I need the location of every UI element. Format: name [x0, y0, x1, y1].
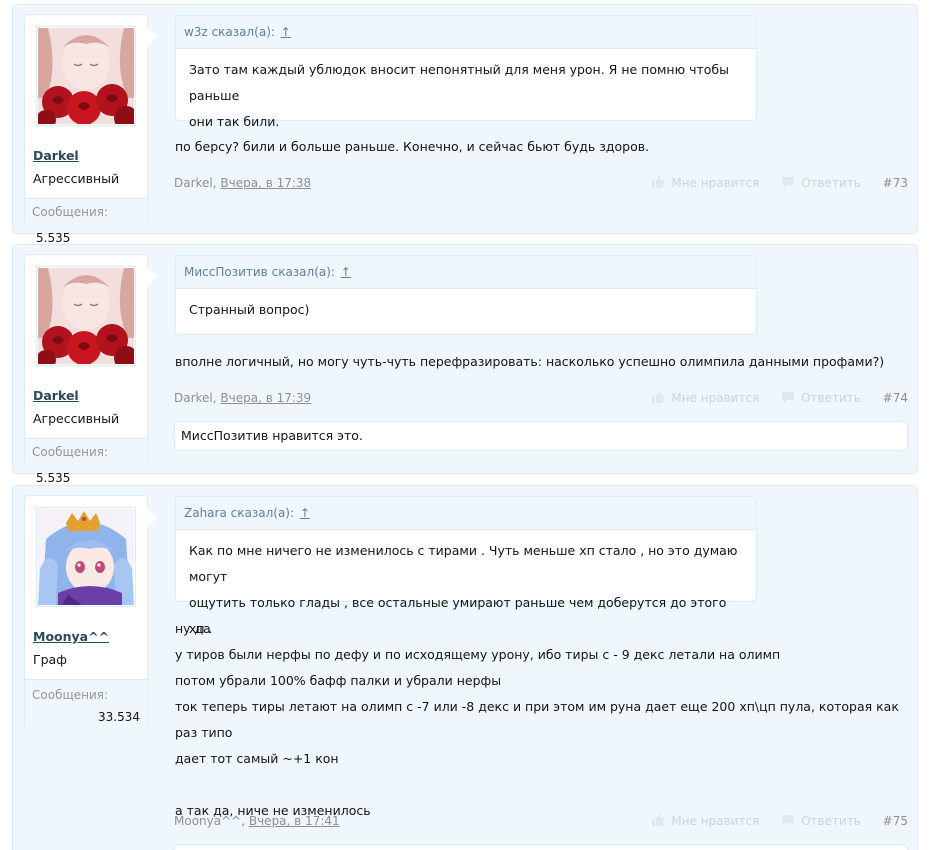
quote-body: Зато там каждый ублюдок вносит непонятны…: [176, 49, 756, 143]
user-title: Граф: [33, 652, 67, 667]
message-line: потом убрали 100% бафф палки и убрали не…: [175, 673, 502, 688]
quote-body: Странный вопрос): [176, 289, 756, 331]
speech-bubble-icon: [782, 177, 795, 188]
quote-block: МиссПозитив сказал(а): ↑ Странный вопрос…: [175, 255, 757, 335]
avatar-image-roses: [38, 28, 134, 124]
message-line: ну да: [175, 621, 211, 636]
post-actions: Мне нравится Ответить #73: [633, 174, 908, 192]
post-permalink[interactable]: #74: [883, 391, 908, 405]
user-title: Агрессивный: [33, 411, 120, 426]
quote-author: МиссПозитив: [184, 265, 268, 279]
quote-line: Странный вопрос): [189, 302, 310, 317]
username-link[interactable]: Darkel: [33, 388, 79, 403]
message-text: по берсу? били и больше раньше. Конечно,…: [175, 134, 905, 160]
post-permalink[interactable]: #75: [883, 814, 908, 828]
avatar[interactable]: [36, 266, 136, 366]
post-permalink[interactable]: #73: [883, 176, 908, 190]
post-date[interactable]: Вчера, в 17:38: [220, 176, 311, 190]
reply-label: Ответить: [801, 176, 861, 190]
userblock-arrow: [147, 27, 157, 47]
user-info-block: Moonya^^ Граф Сообщения: 33.534: [24, 495, 157, 731]
likes-summary: МиссПозитив нравится это.: [174, 421, 908, 451]
user-info-block: Darkel Агрессивный Сообщения: 5.535: [24, 254, 157, 485]
messages-label: Сообщения:: [32, 445, 109, 459]
messages-label: Сообщения:: [32, 688, 109, 702]
reply-label: Ответить: [801, 391, 861, 405]
quote-jump-link[interactable]: ↑: [281, 25, 291, 39]
quote-jump-link[interactable]: ↑: [341, 265, 351, 279]
message-line: у тиров были нерфы по дефу и по исходяще…: [175, 647, 781, 662]
speech-bubble-icon: [782, 392, 795, 403]
messages-count: 33.534: [98, 710, 140, 724]
thumbs-up-icon: [652, 391, 665, 403]
thumbs-up-icon: [652, 814, 665, 826]
quote-header: МиссПозитив сказал(а): ↑: [176, 256, 756, 289]
thumbs-up-icon: [652, 176, 665, 188]
userblock-arrow: [147, 267, 157, 287]
like-button[interactable]: Мне нравится: [651, 176, 763, 190]
quote-line: Зато там каждый ублюдок вносит непонятны…: [189, 62, 729, 103]
post-footer: Moonya^^, Вчера, в 17:41 Мне нравится От…: [174, 812, 908, 830]
user-title: Агрессивный: [33, 171, 120, 186]
quote-line: Как по мне ничего не изменилось с тирами…: [189, 543, 738, 584]
message-line-blank: [175, 772, 905, 798]
username-link[interactable]: Darkel: [33, 148, 79, 163]
post-date[interactable]: Вчера, в 17:39: [220, 391, 311, 405]
post-author[interactable]: Darkel,: [174, 391, 217, 405]
reply-label: Ответить: [801, 814, 861, 828]
message-text: вполне логичный, но могу чуть-чуть переф…: [175, 349, 905, 375]
post-73: Darkel Агрессивный Сообщения: 5.535 w3z …: [12, 4, 918, 245]
speech-bubble-icon: [782, 815, 795, 826]
post-74: Darkel Агрессивный Сообщения: 5.535 Мисс…: [12, 244, 918, 485]
like-button[interactable]: Мне нравится: [651, 814, 763, 828]
like-label: Мне нравится: [671, 176, 760, 190]
quote-author: w3z: [184, 25, 208, 39]
quote-jump-link[interactable]: ↑: [300, 506, 310, 520]
quote-said: сказал(а):: [230, 506, 295, 520]
post-author[interactable]: Moonya^^,: [174, 814, 245, 828]
quote-said: сказал(а):: [271, 265, 335, 279]
avatar-image-roses: [38, 268, 134, 364]
avatar-image-anime-girl: [38, 509, 134, 605]
reply-button[interactable]: Ответить: [781, 391, 865, 405]
like-button[interactable]: Мне нравится: [651, 391, 763, 405]
messages-count: 5.535: [36, 231, 71, 245]
quote-block: w3z сказал(а): ↑ Зато там каждый ублюдок…: [175, 15, 757, 129]
messages-label: Сообщения:: [32, 205, 109, 219]
likes-text[interactable]: МиссПозитив нравится это.: [181, 428, 363, 443]
post-actions: Мне нравится Ответить #75: [633, 812, 908, 830]
message-line: вполне логичный, но могу чуть-чуть переф…: [175, 354, 885, 369]
post-date[interactable]: Вчера, в 17:41: [249, 814, 340, 828]
post-author[interactable]: Darkel,: [174, 176, 217, 190]
reply-button[interactable]: Ответить: [781, 814, 865, 828]
user-stats: Сообщения: 5.535: [25, 438, 147, 485]
quote-author: Zahara: [184, 506, 227, 520]
quote-line: они так били.: [189, 114, 280, 129]
post-actions: Мне нравится Ответить #74: [633, 389, 908, 407]
username-link[interactable]: Moonya^^: [33, 629, 109, 644]
likes-summary-partial: [174, 844, 908, 850]
quote-block: Zahara сказал(а): ↑ Как по мне ничего не…: [175, 496, 757, 636]
like-label: Мне нравится: [671, 814, 760, 828]
avatar[interactable]: [36, 507, 136, 607]
message-line: ток теперь тиры летают на олимп с -7 или…: [175, 699, 899, 740]
quote-said: сказал(а):: [211, 25, 275, 39]
message-line: дает тот самый ~+1 кон: [175, 751, 339, 766]
post-75: Moonya^^ Граф Сообщения: 33.534 Zahara с…: [12, 485, 918, 850]
like-label: Мне нравится: [671, 391, 760, 405]
avatar[interactable]: [36, 26, 136, 126]
post-footer: Darkel, Вчера, в 17:38 Мне нравится Отве…: [174, 174, 908, 192]
message-text: ну да у тиров были нерфы по дефу и по ис…: [175, 616, 905, 824]
user-stats: Сообщения: 5.535: [25, 198, 147, 245]
quote-header: Zahara сказал(а): ↑: [176, 497, 756, 530]
userblock-arrow: [147, 508, 157, 528]
user-stats: Сообщения: 33.534: [25, 679, 147, 731]
messages-count: 5.535: [36, 471, 71, 485]
message-line: по берсу? били и больше раньше. Конечно,…: [175, 139, 650, 154]
user-info-block: Darkel Агрессивный Сообщения: 5.535: [24, 14, 157, 245]
post-footer: Darkel, Вчера, в 17:39 Мне нравится Отве…: [174, 389, 908, 407]
quote-header: w3z сказал(а): ↑: [176, 16, 756, 49]
reply-button[interactable]: Ответить: [781, 176, 865, 190]
